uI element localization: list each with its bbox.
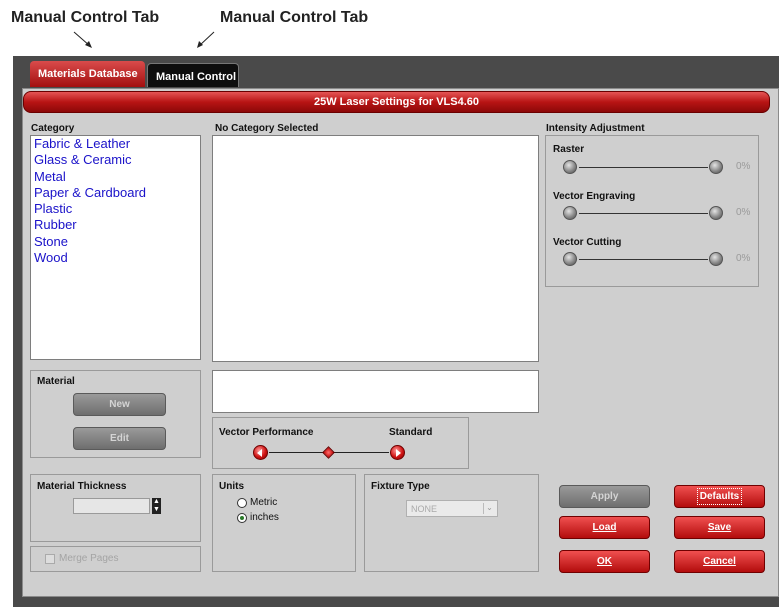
vector-cutting-label: Vector Cutting [553,237,622,248]
category-item[interactable]: Rubber [31,217,200,233]
new-material-button[interactable]: New [73,393,166,416]
vector-cutting-max-knob[interactable] [709,252,723,266]
chevron-right-icon [396,449,401,457]
metric-label[interactable]: Metric [250,497,277,508]
category-item[interactable]: Plastic [31,201,200,217]
subcategory-list[interactable] [212,135,539,362]
category-item[interactable]: Paper & Cardboard [31,185,200,201]
category-item[interactable]: Metal [31,169,200,185]
thickness-label: Material Thickness [37,481,127,492]
category-label: Category [31,123,75,134]
subcategory-label: No Category Selected [215,123,319,134]
category-item[interactable]: Glass & Ceramic [31,152,200,168]
vector-engraving-min-knob[interactable] [563,206,577,220]
vector-engraving-value: 0% [736,207,751,218]
vector-performance-label: Vector Performance [219,427,314,438]
settings-content: 25W Laser Settings for VLS4.60 Category … [22,88,779,597]
vector-cutting-track[interactable] [579,259,708,260]
title-bar: 25W Laser Settings for VLS4.60 [23,91,770,113]
category-list[interactable]: Fabric & Leather Glass & Ceramic Metal P… [30,135,201,360]
units-label: Units [219,481,244,492]
vector-cutting-min-knob[interactable] [563,252,577,266]
thickness-stepper[interactable]: ▲ ▼ [152,498,161,514]
raster-track[interactable] [579,167,708,168]
vector-cutting-value: 0% [736,253,751,264]
defaults-button[interactable]: Defaults [674,485,765,508]
title-text: 25W Laser Settings for VLS4.60 [313,96,480,108]
edit-material-button[interactable]: Edit [73,427,166,450]
thickness-panel: Material Thickness ▲ ▼ [30,474,201,542]
merge-pages-checkbox[interactable] [45,554,55,564]
vector-engraving-track[interactable] [579,213,708,214]
raster-value: 0% [736,161,751,172]
chevron-left-icon [257,449,262,457]
inches-label[interactable]: inches [250,512,279,523]
ok-button[interactable]: OK [559,550,650,573]
material-panel: Material New Edit [30,370,201,458]
performance-slider-thumb[interactable] [322,446,335,459]
units-panel: Units Metric inches [212,474,356,572]
decrease-performance-button[interactable] [253,445,268,460]
category-item[interactable]: Wood [31,250,200,266]
apply-button[interactable]: Apply [559,485,650,508]
category-item[interactable]: Stone [31,234,200,250]
ok-label: OK [597,556,612,567]
tab-materials-database[interactable]: Materials Database [30,61,145,87]
load-button[interactable]: Load [559,516,650,539]
fixture-select-value: NONE [411,504,438,514]
vector-engraving-label: Vector Engraving [553,191,636,202]
inches-radio[interactable] [237,513,247,523]
defaults-label: Defaults [696,488,743,505]
merge-pages-panel: Merge Pages [30,546,201,572]
vector-performance-panel: Vector Performance Standard [212,417,469,469]
fixture-label: Fixture Type [371,481,430,492]
chevron-down-icon: ⌄ [483,503,495,514]
thickness-input[interactable] [73,498,150,514]
load-label: Load [592,522,617,533]
tab-manual-control[interactable]: Manual Control [147,63,239,87]
category-item[interactable]: Fabric & Leather [31,136,200,152]
vector-engraving-max-knob[interactable] [709,206,723,220]
increase-performance-button[interactable] [390,445,405,460]
intensity-label: Intensity Adjustment [546,123,645,134]
material-label: Material [37,376,75,387]
raster-label: Raster [553,144,585,155]
merge-pages-label[interactable]: Merge Pages [59,553,118,564]
metric-radio[interactable] [237,498,247,508]
cancel-button[interactable]: Cancel [674,550,765,573]
vector-performance-value: Standard [389,427,433,438]
raster-max-knob[interactable] [709,160,723,174]
cancel-label: Cancel [703,556,736,567]
raster-min-knob[interactable] [563,160,577,174]
laser-settings-window: Materials Database Manual Control 25W La… [13,56,779,607]
save-label: Save [707,522,732,533]
intensity-panel: Raster 0% Vector Engraving 0% Vector Cut… [545,135,759,287]
fixture-select[interactable]: NONE ⌄ [406,500,498,517]
material-description-box [212,370,539,413]
save-button[interactable]: Save [674,516,765,539]
fixture-panel: Fixture Type NONE ⌄ [364,474,539,572]
